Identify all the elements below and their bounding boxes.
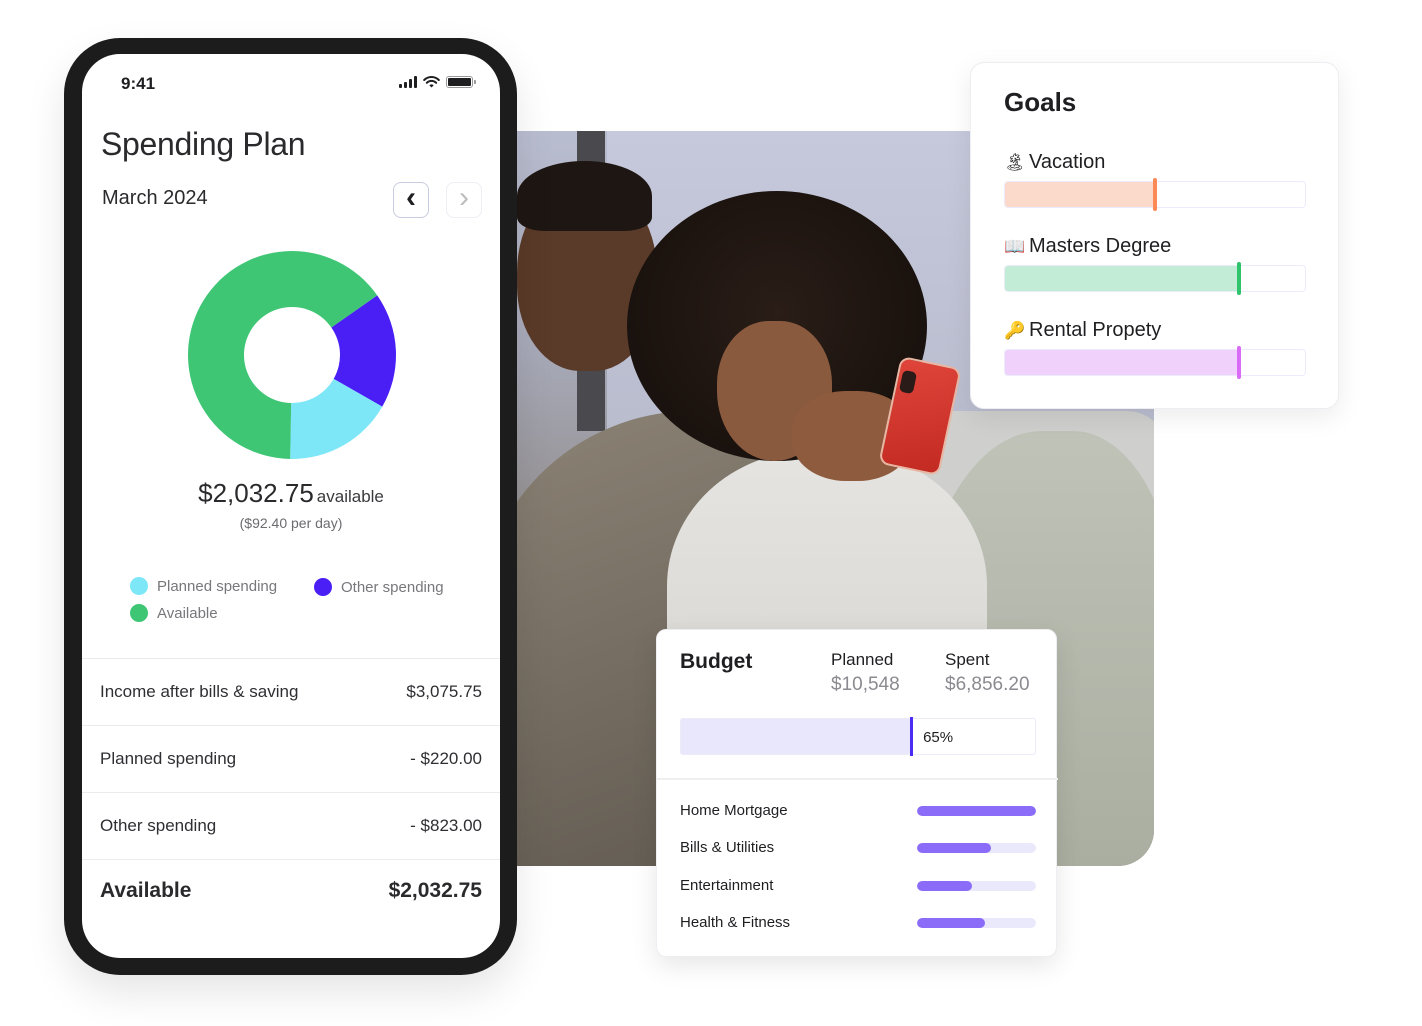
goal-label-row: 🔑 Rental Propety: [1004, 319, 1306, 342]
budget-category-bills-utilities[interactable]: Bills & Utilities: [680, 839, 1036, 856]
legend-available: Available: [130, 604, 218, 622]
goal-progress-marker: [1153, 178, 1157, 211]
book-icon: 📖: [1004, 236, 1026, 256]
signal-icon: [399, 76, 417, 88]
total-label: Available: [100, 878, 192, 902]
row-value: - $220.00: [410, 749, 482, 768]
status-icons: [399, 76, 476, 88]
chevron-left-icon: ‹: [406, 181, 416, 214]
goal-progress-fill: [1005, 350, 1239, 375]
budget-progress-bar: 65%: [680, 717, 1036, 756]
goal-progress-bar: [1004, 346, 1306, 379]
goal-masters-degree[interactable]: 📖 Masters Degree: [1004, 235, 1306, 295]
category-progress-fill: [917, 880, 972, 891]
key-icon: 🔑: [1004, 320, 1026, 340]
per-day-amount: ($92.40 per day): [239, 515, 343, 531]
goal-progress-marker: [1236, 346, 1241, 379]
phone-screen: 9:41 Spending Plan March 2024 ‹ › $2,032…: [82, 54, 500, 958]
legend-label: Available: [157, 604, 218, 622]
available-suffix: available: [316, 487, 384, 506]
available-summary: $2,032.75 available: [82, 478, 500, 509]
budget-category-home-mortgage[interactable]: Home Mortgage: [680, 802, 1036, 819]
previous-month-button[interactable]: ‹: [393, 182, 429, 218]
goal-rental-property[interactable]: 🔑 Rental Propety: [1004, 319, 1306, 379]
category-label: Home Mortgage: [680, 802, 788, 819]
budget-title: Budget: [680, 650, 753, 673]
photo-man-hair: [517, 161, 652, 231]
page-title: Spending Plan: [101, 126, 306, 162]
category-label: Health & Fitness: [680, 914, 791, 931]
goal-label: Masters Degree: [1029, 235, 1172, 257]
budget-card: Budget Planned $10,548 Spent $6,856.20 6…: [656, 629, 1058, 957]
legend-planned-spending: Planned spending: [130, 577, 277, 595]
goal-progress-bar: [1004, 178, 1306, 211]
row-label: Other spending: [100, 816, 217, 835]
total-value: $2,032.75: [388, 878, 482, 902]
divider: [657, 778, 1058, 780]
goal-progress-fill: [1005, 182, 1155, 207]
category-progress-bar: [917, 805, 1036, 816]
goal-label: Rental Propety: [1029, 319, 1162, 341]
available-amount: $2,032.75: [198, 478, 314, 508]
category-progress-bar: [917, 842, 1036, 853]
goal-label: Vacation: [1029, 151, 1106, 173]
row-value: - $823.00: [410, 816, 482, 835]
spent-value: $6,856.20: [945, 674, 1030, 695]
spending-donut-chart: [188, 250, 396, 459]
summary-row-other-spending: Other spending - $823.00: [82, 792, 500, 859]
battery-icon: [446, 76, 476, 88]
goal-progress-marker: [1236, 262, 1241, 295]
summary-row-planned-spending: Planned spending - $220.00: [82, 725, 500, 792]
legend-other-spending: Other spending: [314, 578, 444, 596]
category-progress-bar: [917, 880, 1036, 891]
budget-planned: Planned $10,548: [831, 650, 900, 696]
planned-label: Planned: [831, 650, 894, 669]
month-label: March 2024: [102, 187, 208, 209]
legend-label: Other spending: [341, 578, 444, 596]
goal-progress-fill: [1005, 266, 1239, 291]
budget-progress-marker: [910, 717, 914, 756]
planned-value: $10,548: [831, 674, 900, 695]
chevron-right-icon: ›: [459, 181, 469, 214]
goals-title: Goals: [1004, 87, 1077, 117]
summary-row-available-total: Available $2,032.75: [82, 859, 500, 921]
legend-dot: [314, 578, 332, 596]
budget-category-entertainment[interactable]: Entertainment: [680, 877, 1036, 894]
island-icon: 🏝: [1004, 152, 1026, 172]
next-month-button[interactable]: ›: [446, 182, 482, 218]
goals-card: Goals 🏝 Vacation 📖 Masters Degree 🔑 Rent…: [970, 62, 1339, 409]
goal-label-row: 🏝 Vacation: [1004, 151, 1306, 174]
row-value: $3,075.75: [406, 682, 482, 701]
phone-mockup: 9:41 Spending Plan March 2024 ‹ › $2,032…: [64, 38, 517, 975]
row-label: Planned spending: [100, 749, 237, 768]
legend-dot: [130, 577, 148, 595]
goal-progress-bar: [1004, 262, 1306, 295]
budget-spent: Spent $6,856.20: [945, 650, 1030, 696]
row-label: Income after bills & saving: [100, 682, 299, 701]
summary-row-income: Income after bills & saving $3,075.75: [82, 658, 500, 725]
category-label: Bills & Utilities: [680, 839, 775, 856]
category-progress-bar: [917, 917, 1036, 928]
category-progress-fill: [917, 917, 985, 928]
legend-dot: [130, 604, 148, 622]
budget-category-health-fitness[interactable]: Health & Fitness: [680, 914, 1036, 931]
budget-progress-fill: [681, 719, 912, 754]
legend-label: Planned spending: [157, 577, 278, 595]
budget-progress-percent: 65%: [923, 729, 954, 746]
category-progress-fill: [917, 805, 1036, 816]
status-time: 9:41: [121, 74, 156, 93]
category-label: Entertainment: [680, 877, 774, 894]
category-progress-fill: [917, 842, 991, 853]
wifi-icon: [423, 76, 440, 88]
summary-table: Income after bills & saving $3,075.75 Pl…: [82, 658, 500, 921]
spent-label: Spent: [945, 650, 990, 669]
goal-label-row: 📖 Masters Degree: [1004, 235, 1306, 258]
goal-vacation[interactable]: 🏝 Vacation: [1004, 151, 1306, 211]
